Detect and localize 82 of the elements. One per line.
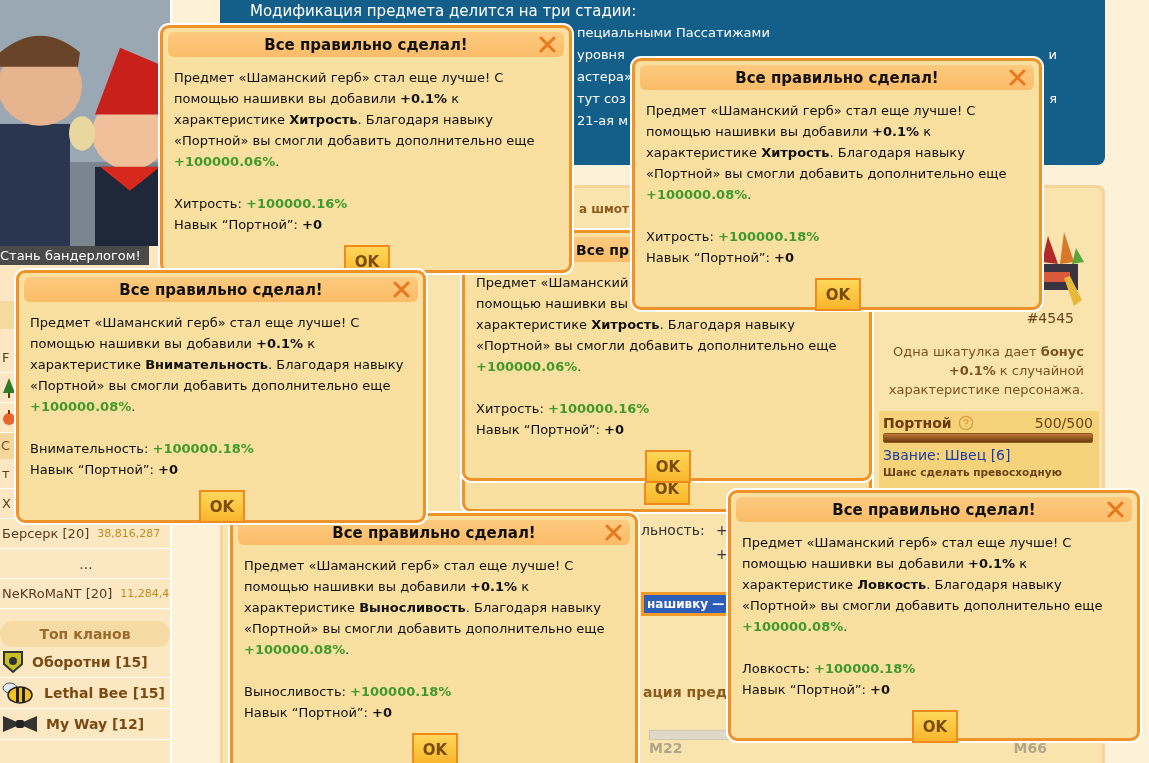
close-button[interactable] [1107,501,1124,518]
player-name[interactable]: NeKRoMaNT [20] [2,586,113,601]
chance-text: Шанс сделать превосходную [883,466,1063,478]
close-button[interactable] [393,281,410,298]
clan-name[interactable]: Lethal Bee [15] [44,685,165,701]
clans-title: Топ кланов [0,621,170,647]
skill-line: Навык “Портной”: +0 [244,704,394,722]
dialog-title: Все правильно сделал! [119,280,323,299]
dialog-title: Все правильно сделал! [264,35,468,54]
message-line: характеристике Хитрость. Благодаря навыку [476,317,795,332]
message-text: Предмет «Шаманский герб» стал еще лучше! С помощью нашивки вы добавили +0.1% к характеристике Выносливость. Благодаря навыку «Портной» вы смогли добавить дополнительно еще +100000.08%. [244,557,606,659]
banner-caption: Стань бандерлогом! [0,246,149,265]
player-name: F [2,350,10,365]
stat-line: Хитрость: +100000.18% [646,228,821,246]
skill-line: Навык “Портной”: +0 [646,249,796,267]
bee-icon [2,682,36,704]
player-score: 38,816,287 [97,527,161,540]
clan-name[interactable]: My Way [12] [46,716,145,732]
box-description: Одна шкатулка дает бонус +0.1% к случайной характеристике персонажа. [887,343,1084,399]
close-icon [605,524,622,541]
message-line: «Портной» вы смогли добавить дополнительно еще [476,338,837,353]
fruit-icon [2,409,16,426]
player-name: т [2,466,10,481]
message-line: Предмет «Шаманский [476,275,629,290]
stat-value: + [716,546,729,564]
info-line: я [1049,90,1057,108]
shield-icon [2,650,24,674]
message-text: Предмет «Шаманский герб» стал еще лучше! С помощью нашивки вы добавили +0.1% к характеристике Ловкость. Благодаря навыку «Портной» вы смогли добавить дополнительно еще +100000.08%. [742,534,1104,636]
clan-name[interactable]: Оборотни [15] [32,654,148,670]
ok-button[interactable]: OK [912,710,958,743]
dialog-title: Все правильно сделал! [332,523,536,542]
help-icon[interactable] [957,415,974,431]
panel-title: а шмот [579,202,630,218]
close-icon [1107,501,1124,518]
dialog-title: Все правильно сделал! [832,500,1036,519]
info-line: астера» [577,68,632,86]
ok-button[interactable]: OK [815,278,861,311]
skill-name: Портной [883,415,952,431]
stat-line: Хитрость: +100000.16% [174,195,349,213]
rank-link[interactable]: Звание: Швец [6] [883,447,1011,463]
message-line: помощью нашивки вы [476,296,629,311]
skill-value: 500/500 [1034,415,1093,431]
tree-icon [2,377,16,398]
close-icon [539,36,556,53]
close-button[interactable] [605,524,622,541]
message-line: +100000.06%. [476,358,583,376]
info-line: пециальными Пассатижами [577,24,770,42]
ok-button[interactable]: OK [199,490,245,523]
info-line: тут соз [577,90,626,108]
skill-line: Навык “Портной”: +0 [476,421,626,439]
ok-button[interactable]: OK [645,450,691,483]
close-button[interactable] [539,36,556,53]
bowtie-icon [2,714,38,734]
close-button[interactable] [1009,69,1026,86]
stat-line: Выносливость: +100000.18% [244,683,453,701]
player-name[interactable]: Берсерк [20] [2,526,90,541]
info-line: 21-ая м [577,112,628,130]
slider-label: M22 [649,740,683,756]
message-text: Предмет «Шаманский герб» стал еще лучше! С помощью нашивки вы добавили +0.1% к характеристике Хитрость. Благодаря навыку «Портной» вы смогли добавить дополнительно еще +100000.06%. [174,69,536,171]
slider-label: M66 [1013,740,1047,756]
stat-value: + [716,522,729,540]
info-line: и [1048,46,1057,64]
skill-line: Навык “Портной”: +0 [742,681,892,699]
stat-label: льность: [641,522,706,540]
dialog-title: Все пр [576,241,630,258]
close-icon [393,281,410,298]
skill-line: Навык “Портной”: +0 [30,461,180,479]
item-number: #4545 [1026,310,1074,326]
player-name: Х [2,496,11,511]
player-score: 11,284,4 [120,587,170,600]
stat-line: Хитрость: +100000.16% [476,400,651,418]
skill-line: Навык “Портной”: +0 [174,216,324,234]
message-text: Предмет «Шаманский герб» стал еще лучше! С помощью нашивки вы добавили +0.1% к характеристике Хитрость. Благодаря навыку «Портной» вы смогли добавить дополнительно еще +100000.08%. [646,102,1008,204]
section-title: ация пред [643,684,727,700]
info-line: уровня [577,46,625,64]
close-icon [1009,69,1026,86]
message-text: Предмет «Шаманский герб» стал еще лучше! С помощью нашивки вы добавили +0.1% к характеристике Внимательность. Благодаря навыку «Портной» вы смогли добавить дополнительно еще +100000.08%. [30,314,405,416]
info-title: Модификация предмета делится на три стадии: [250,1,638,22]
stat-line: Ловкость: +100000.18% [742,660,917,678]
ellipsis: ... [78,555,94,572]
dialog-title: Все правильно сделал! [735,68,939,87]
ok-button[interactable]: OK [412,733,458,763]
